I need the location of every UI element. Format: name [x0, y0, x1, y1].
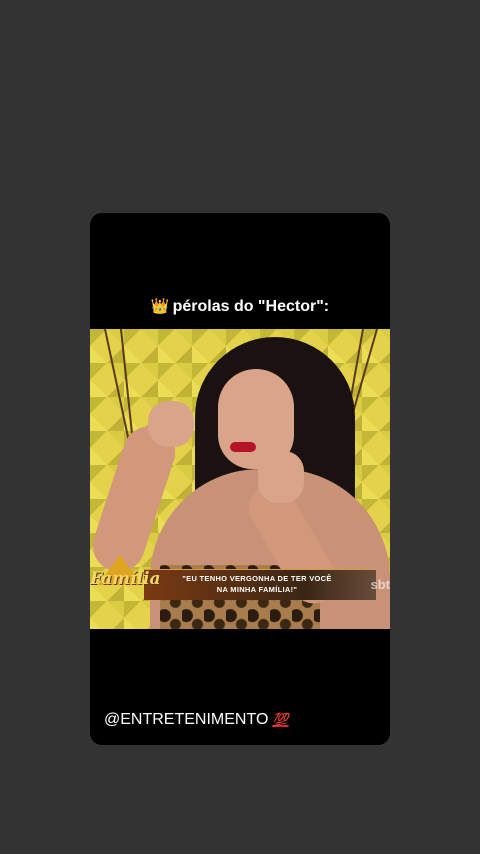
caption-top-text: pérolas do "Hector":	[172, 298, 330, 315]
person-lips	[230, 442, 256, 452]
person-fist-right	[258, 451, 304, 503]
hundred-points-icon: 💯	[272, 712, 289, 727]
channel-watermark: sbt	[370, 577, 391, 592]
lower-third-text: "EU TENHO VERGONHA DE TER VOCÊ NA MINHA …	[152, 573, 362, 595]
show-logo-text: Família	[90, 569, 161, 589]
story-card[interactable]: 👑 pérolas do "Hector": "EU TENHO VERGONHA…	[90, 213, 390, 745]
caption-bottom-text: @ENTRETENIMENTO	[104, 711, 269, 728]
story-caption-bottom: @ENTRETENIMENTO 💯	[104, 711, 289, 729]
person-fist-left	[148, 401, 194, 447]
story-caption-top: 👑 pérolas do "Hector":	[90, 297, 390, 316]
crown-icon: 👑	[150, 298, 170, 315]
lower-third-line-2: NA MINHA FAMÍLIA!"	[216, 585, 298, 594]
lower-third-line-1: "EU TENHO VERGONHA DE TER VOCÊ	[182, 574, 332, 583]
show-logo: Família	[90, 555, 161, 599]
video-frame[interactable]: "EU TENHO VERGONHA DE TER VOCÊ NA MINHA …	[90, 329, 390, 629]
